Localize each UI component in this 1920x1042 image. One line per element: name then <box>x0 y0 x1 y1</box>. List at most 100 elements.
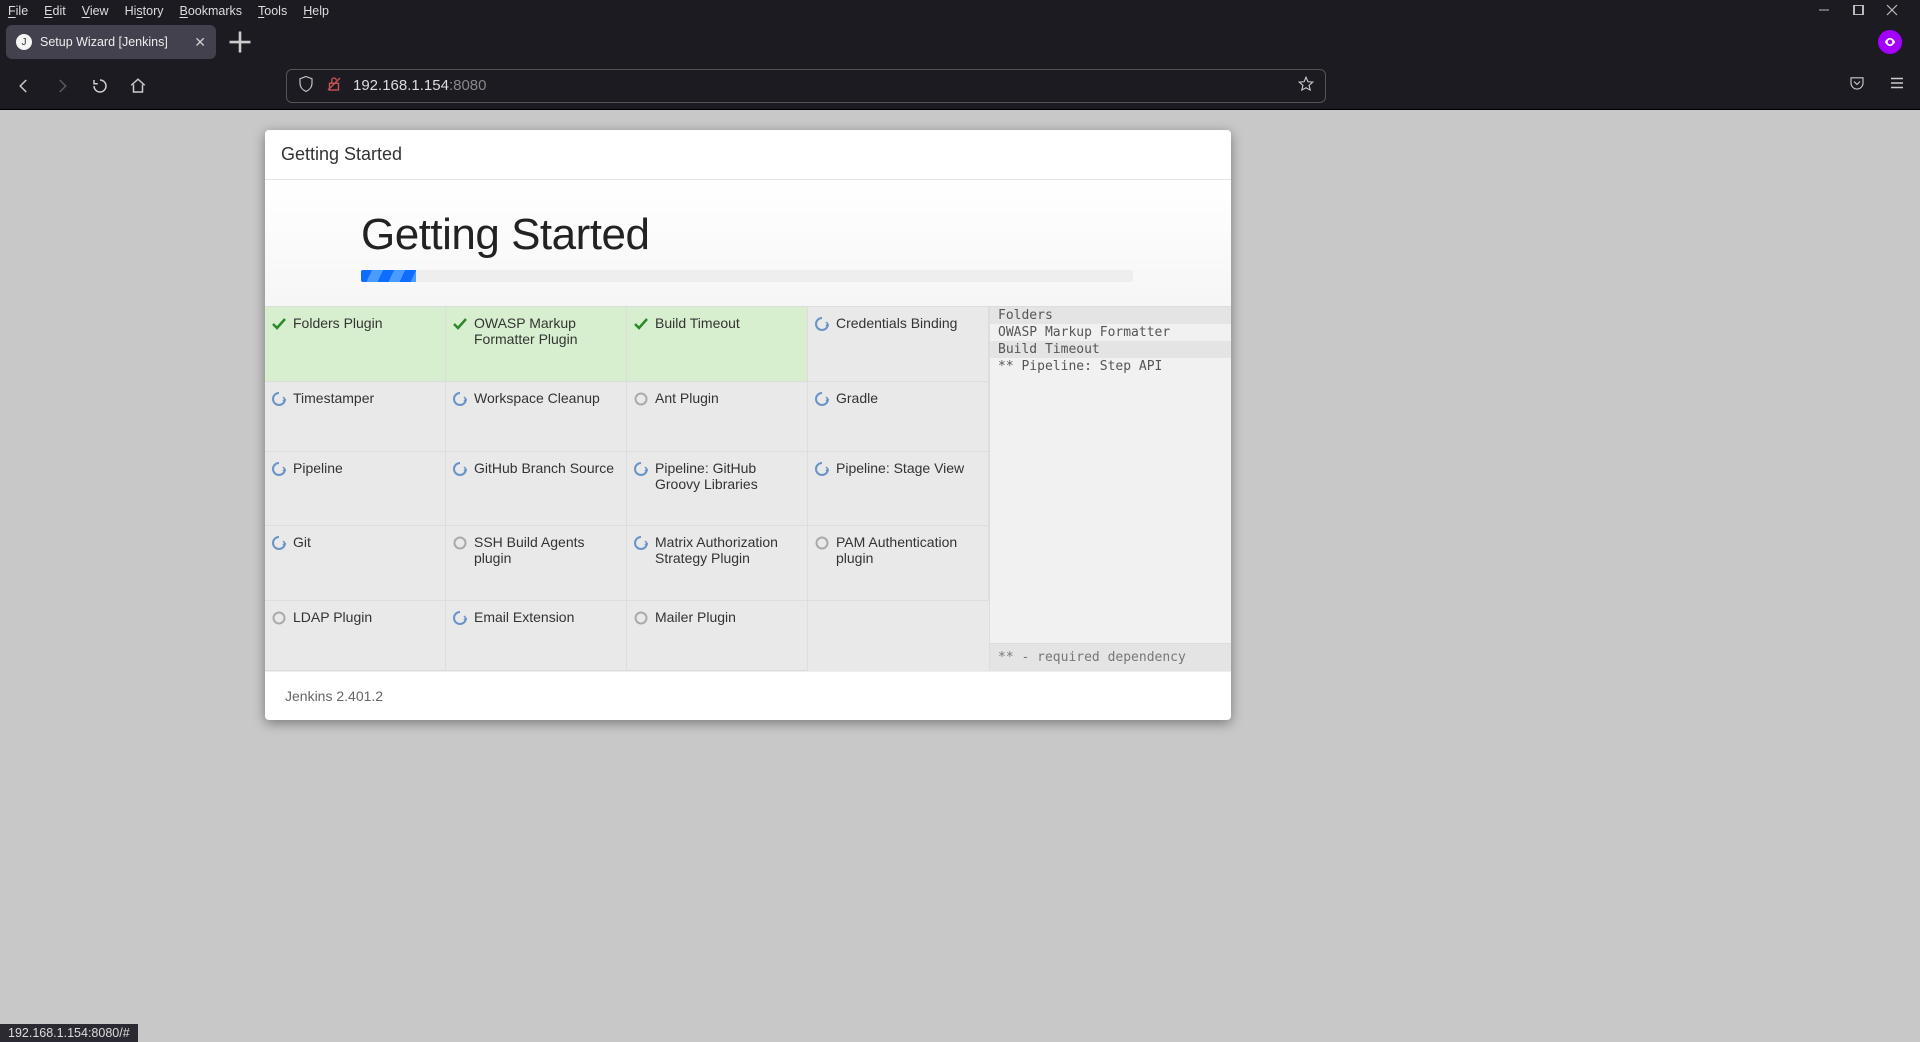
shield-icon[interactable] <box>297 75 315 97</box>
plugin-name: PAM Authentication plugin <box>836 534 980 566</box>
new-tab-button[interactable] <box>226 28 254 56</box>
url-text: 192.168.1.154:8080 <box>353 77 486 94</box>
plugin-cell: Pipeline: Stage View <box>808 452 989 527</box>
hamburger-menu-icon[interactable] <box>1888 74 1906 97</box>
plugin-name: Gradle <box>836 390 878 406</box>
tab-title: Setup Wizard [Jenkins] <box>40 35 168 49</box>
spinner-icon <box>814 461 830 477</box>
plugin-cell: PAM Authentication plugin <box>808 526 989 601</box>
window-maximize-icon[interactable] <box>1852 4 1864 19</box>
plugin-name: Git <box>293 534 311 550</box>
install-progress-fill <box>361 270 416 282</box>
plugin-cell: Mailer Plugin <box>627 601 808 671</box>
plugin-name: GitHub Branch Source <box>474 460 614 476</box>
plugin-cell: GitHub Branch Source <box>446 452 627 527</box>
address-bar[interactable]: 192.168.1.154:8080 <box>286 69 1326 103</box>
menu-file[interactable]: File <box>8 4 28 18</box>
plugin-cell: Build Timeout <box>627 307 808 382</box>
plugin-name: Timestamper <box>293 390 374 406</box>
plugin-cell: Pipeline: GitHub Groovy Libraries <box>627 452 808 527</box>
pending-icon <box>271 610 287 626</box>
menu-help[interactable]: Help <box>303 4 329 18</box>
spinner-icon <box>271 535 287 551</box>
plugin-name: Email Extension <box>474 609 574 625</box>
plugin-name: Mailer Plugin <box>655 609 736 625</box>
window-minimize-icon[interactable] <box>1818 4 1830 19</box>
extension-badge-icon[interactable] <box>1878 30 1902 54</box>
plugin-cell: Pipeline <box>265 452 446 527</box>
plugin-cell: Workspace Cleanup <box>446 382 627 452</box>
plugin-cell: Matrix Authorization Strategy Plugin <box>627 526 808 601</box>
spinner-icon <box>271 461 287 477</box>
bookmark-star-icon[interactable] <box>1297 75 1315 97</box>
plugin-name: Workspace Cleanup <box>474 390 600 406</box>
spinner-icon <box>271 391 287 407</box>
log-line: Folders <box>990 307 1231 324</box>
plugin-cell: Timestamper <box>265 382 446 452</box>
window-close-icon[interactable] <box>1886 4 1898 19</box>
menu-bookmarks[interactable]: Bookmarks <box>180 4 243 18</box>
plugin-cell: LDAP Plugin <box>265 601 446 671</box>
spinner-icon <box>452 391 468 407</box>
plugin-name: OWASP Markup Formatter Plugin <box>474 315 618 347</box>
install-log-pane: FoldersOWASP Markup FormatterBuild Timeo… <box>989 307 1231 671</box>
spinner-icon <box>452 461 468 477</box>
spinner-icon <box>633 461 649 477</box>
plugin-grid: Folders Plugin OWASP Markup Formatter Plu… <box>265 307 989 671</box>
plugin-cell: Email Extension <box>446 601 627 671</box>
pending-icon <box>814 535 830 551</box>
log-footnote: ** - required dependency <box>990 643 1231 671</box>
tab-close-icon[interactable]: ✕ <box>194 34 206 51</box>
plugin-name: LDAP Plugin <box>293 609 372 625</box>
pending-icon <box>633 391 649 407</box>
pending-icon <box>633 610 649 626</box>
nav-back-button[interactable] <box>14 76 34 96</box>
page-title: Getting Started <box>361 210 1135 260</box>
menu-history[interactable]: History <box>125 4 164 18</box>
plugin-cell: Folders Plugin <box>265 307 446 382</box>
plugin-name: Folders Plugin <box>293 315 383 331</box>
plugin-name: Build Timeout <box>655 315 740 331</box>
plugin-name: Ant Plugin <box>655 390 719 406</box>
plugin-name: Pipeline: Stage View <box>836 460 964 476</box>
plugin-name: Pipeline <box>293 460 343 476</box>
menu-view[interactable]: View <box>82 4 109 18</box>
log-line: ** Pipeline: Step API <box>990 358 1231 375</box>
dialog-footer: Jenkins 2.401.2 <box>265 671 1231 720</box>
log-line: Build Timeout <box>990 341 1231 358</box>
check-icon <box>633 316 649 332</box>
pending-icon <box>452 535 468 551</box>
plugin-cell: SSH Build Agents plugin <box>446 526 627 601</box>
setup-wizard-dialog: Getting Started Getting Started Folders … <box>265 130 1231 720</box>
nav-reload-button[interactable] <box>90 76 110 96</box>
spinner-icon <box>814 391 830 407</box>
check-icon <box>271 316 287 332</box>
plugin-name: Credentials Binding <box>836 315 957 331</box>
menu-edit[interactable]: Edit <box>44 4 66 18</box>
plugin-cell: Ant Plugin <box>627 382 808 452</box>
check-icon <box>452 316 468 332</box>
insecure-lock-icon[interactable] <box>325 75 343 97</box>
jenkins-favicon-icon: J <box>16 34 32 50</box>
nav-home-button[interactable] <box>128 76 148 96</box>
install-progress-bar <box>361 270 1133 282</box>
menu-tools[interactable]: Tools <box>258 4 287 18</box>
dialog-header: Getting Started <box>265 130 1231 180</box>
spinner-icon <box>633 535 649 551</box>
plugin-cell: Credentials Binding <box>808 307 989 382</box>
log-line: OWASP Markup Formatter <box>990 324 1231 341</box>
plugin-name: Pipeline: GitHub Groovy Libraries <box>655 460 799 492</box>
plugin-cell <box>808 601 989 671</box>
browser-tab[interactable]: J Setup Wizard [Jenkins] ✕ <box>6 25 216 59</box>
menu-bar: File Edit View History Bookmarks Tools H… <box>0 0 1920 22</box>
spinner-icon <box>814 316 830 332</box>
spinner-icon <box>452 610 468 626</box>
nav-forward-button <box>52 76 72 96</box>
plugin-name: SSH Build Agents plugin <box>474 534 618 566</box>
plugin-name: Matrix Authorization Strategy Plugin <box>655 534 799 566</box>
browser-status-bar: 192.168.1.154:8080/# <box>0 1024 138 1042</box>
plugin-cell: Gradle <box>808 382 989 452</box>
plugin-cell: OWASP Markup Formatter Plugin <box>446 307 627 382</box>
plugin-cell: Git <box>265 526 446 601</box>
pocket-icon[interactable] <box>1848 74 1866 97</box>
